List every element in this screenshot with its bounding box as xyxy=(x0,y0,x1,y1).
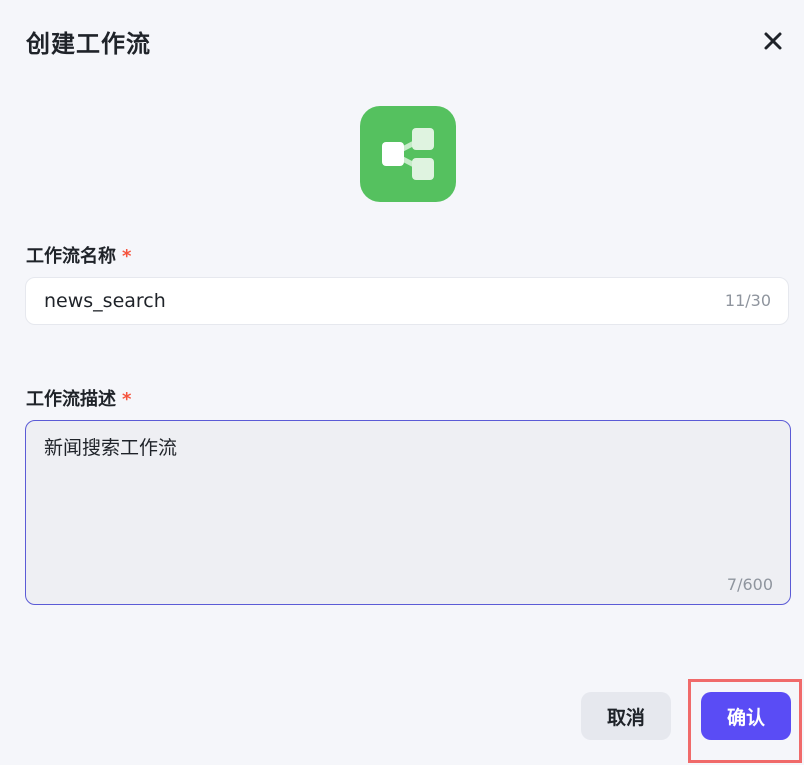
workflow-name-input[interactable] xyxy=(44,278,684,324)
desc-label-text: 工作流描述 xyxy=(26,389,116,410)
close-button[interactable] xyxy=(758,26,788,56)
name-field-label: 工作流名称 * xyxy=(26,242,131,268)
create-workflow-dialog: 创建工作流 工作流名称* 11/30 工作流描述* 新闻搜索工作流 7/600 … xyxy=(0,0,804,765)
dialog-title: 创建工作流 xyxy=(26,30,151,58)
required-mark: * xyxy=(122,389,132,410)
workflow-icon xyxy=(360,106,456,202)
name-label-text: 工作流名称 xyxy=(26,246,116,267)
description-field: 新闻搜索工作流 7/600 xyxy=(25,420,791,605)
desc-char-counter: 7/600 xyxy=(726,575,773,594)
name-char-counter: 11/30 xyxy=(724,291,771,310)
name-field: 11/30 xyxy=(25,277,789,325)
confirm-button[interactable]: 确认 xyxy=(701,692,791,740)
desc-field-label: 工作流描述 * xyxy=(26,385,131,411)
workflow-description-textarea[interactable]: 新闻搜索工作流 xyxy=(44,433,764,563)
workflow-share-icon xyxy=(382,128,434,180)
cancel-button[interactable]: 取消 xyxy=(581,692,671,740)
close-icon xyxy=(764,32,782,50)
required-mark: * xyxy=(122,246,132,267)
